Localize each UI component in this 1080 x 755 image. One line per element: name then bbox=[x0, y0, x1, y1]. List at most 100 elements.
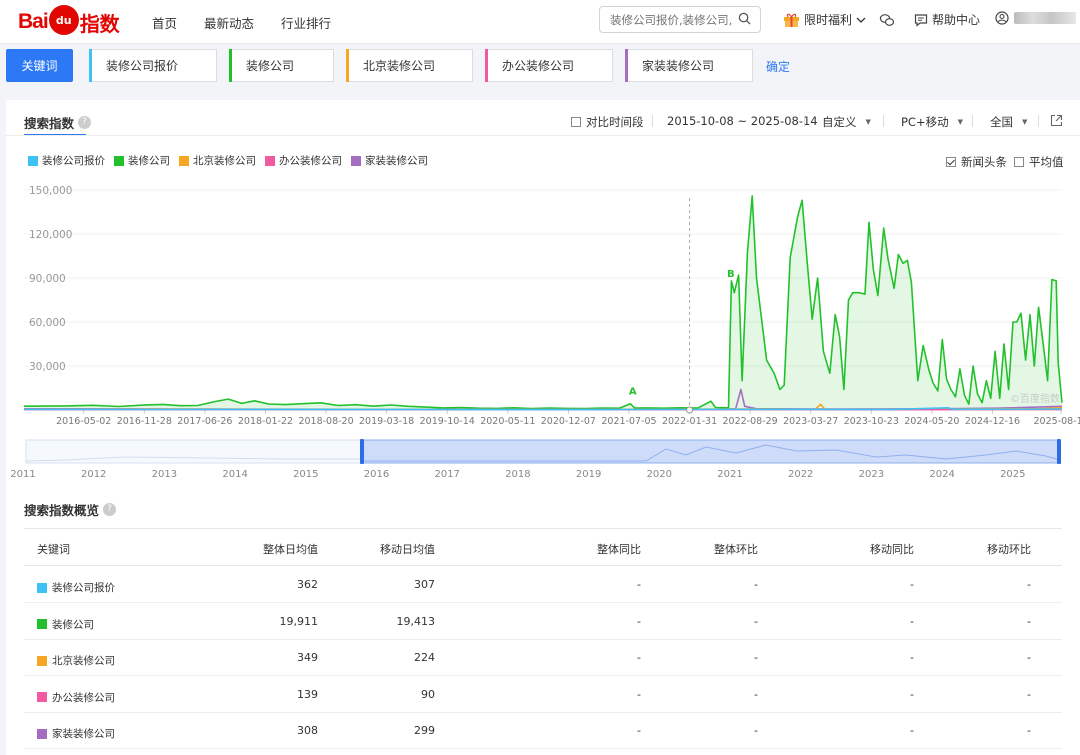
search-index-tab[interactable]: 搜索指数 ? bbox=[24, 113, 92, 132]
baidu-index-logo[interactable]: Bai du 指数 bbox=[18, 4, 120, 40]
x-tick-label: 2016-05-02 bbox=[56, 416, 111, 427]
caret-down-icon: ▼ bbox=[1022, 118, 1028, 126]
divider bbox=[6, 135, 1080, 136]
caret-down-icon: ▼ bbox=[865, 118, 871, 126]
average-toggle[interactable]: 平均值 bbox=[1014, 154, 1064, 170]
chevron-down-icon bbox=[856, 17, 866, 23]
chart-legend: 装修公司报价 装修公司 北京装修公司 办公装修公司 家装装修公司 bbox=[28, 153, 437, 168]
news-checkbox[interactable] bbox=[946, 157, 956, 167]
news-headline-toggle[interactable]: 新闻头条 bbox=[946, 154, 1007, 170]
legend-item[interactable]: 装修公司报价 bbox=[28, 153, 105, 168]
search-index-card: 搜索指数 ? 对比时间段 2015-10-08 ~ 2025-08-14 自定义… bbox=[6, 100, 1080, 755]
keyword-label: 家装装修公司 bbox=[642, 59, 715, 73]
x-tick-label: 2017-06-26 bbox=[177, 416, 232, 427]
promo-dropdown[interactable]: 限时福利 bbox=[783, 11, 866, 28]
marker-dot bbox=[686, 406, 694, 414]
slider-left-handle[interactable] bbox=[360, 439, 364, 464]
user-account[interactable] bbox=[995, 11, 1076, 25]
col-yoy-all: 整体同比 bbox=[597, 543, 641, 556]
slider-year-label: 2017 bbox=[434, 469, 459, 480]
slider-year-label: 2019 bbox=[576, 469, 601, 480]
overview-title: 搜索指数概览 bbox=[24, 503, 100, 518]
slider-year-label: 2011 bbox=[10, 469, 35, 480]
keyword-swatch bbox=[37, 619, 47, 629]
nav-industry-ranking[interactable]: 行业排行 bbox=[281, 13, 331, 32]
row-yoy-all: - bbox=[637, 578, 641, 591]
divider bbox=[883, 115, 884, 127]
search-icon[interactable] bbox=[738, 12, 751, 25]
x-tick-label: 2024-05-20 bbox=[904, 416, 959, 427]
x-tick-label: 2023-03-27 bbox=[783, 416, 838, 427]
keyword-label: 办公装修公司 bbox=[502, 59, 575, 73]
confirm-button[interactable]: 确定 bbox=[766, 58, 790, 75]
keyword-bar: 关键词 装修公司报价 装修公司 北京装修公司 办公装修公司 家装装修公司 确定 bbox=[0, 44, 1080, 90]
slider-year-label: 2020 bbox=[647, 469, 672, 480]
keyword-mode-button[interactable]: 关键词 bbox=[6, 49, 73, 82]
col-mom-mobile: 移动环比 bbox=[987, 543, 1031, 556]
keyword-chip-3[interactable]: 北京装修公司 bbox=[346, 49, 473, 82]
keyword-color-bar bbox=[229, 49, 232, 82]
legend-label: 家装装修公司 bbox=[365, 155, 428, 167]
custom-range-dropdown[interactable]: 自定义 ▼ bbox=[822, 114, 871, 130]
x-tick-label: 2019-03-18 bbox=[359, 416, 414, 427]
row-keyword: 装修公司报价 bbox=[37, 580, 115, 595]
time-range-slider[interactable]: 2011 2012 2013 2014 2015 2016 2017 2018 2019 2020… bbox=[6, 435, 1080, 485]
legend-item[interactable]: 家装装修公司 bbox=[351, 153, 428, 168]
legend-swatch bbox=[28, 155, 38, 166]
table-row: 办公装修公司 139 90 - - - - bbox=[24, 676, 1062, 713]
external-link-icon[interactable] bbox=[1050, 114, 1063, 127]
date-range-value: 2015-10-08 ~ 2025-08-14 bbox=[667, 114, 818, 128]
row-keyword: 装修公司 bbox=[37, 617, 94, 632]
keyword-chip-1[interactable]: 装修公司报价 bbox=[89, 49, 217, 82]
row-mom-mobile: - bbox=[1027, 578, 1031, 591]
search-box bbox=[599, 6, 761, 33]
device-dropdown[interactable]: PC+移动 ▼ bbox=[901, 114, 963, 130]
keyword-label: 装修公司报价 bbox=[52, 582, 115, 594]
help-icon[interactable]: ? bbox=[103, 503, 117, 516]
y-tick-label: 120,000 bbox=[29, 229, 72, 241]
legend-swatch bbox=[351, 155, 361, 166]
x-tick-label: 2016-11-28 bbox=[117, 416, 172, 427]
search-index-chart[interactable]: 30,000 60,000 90,000 120,000 150,000 2016-05-… bbox=[6, 178, 1080, 430]
x-tick-label: 2018-08-20 bbox=[298, 416, 353, 427]
help-center-link[interactable]: 帮助中心 bbox=[914, 11, 980, 28]
keyword-label: 办公装修公司 bbox=[52, 691, 115, 704]
region-dropdown[interactable]: 全国 ▼ bbox=[990, 114, 1027, 130]
legend-item[interactable]: 装修公司 bbox=[114, 153, 170, 168]
divider bbox=[1038, 115, 1039, 127]
legend-item[interactable]: 办公装修公司 bbox=[265, 153, 342, 168]
x-tick-label: 2020-05-11 bbox=[480, 416, 535, 427]
nav-home[interactable]: 首页 bbox=[152, 13, 177, 32]
row-yoy-all: - bbox=[637, 687, 641, 701]
nav-latest-news[interactable]: 最新动态 bbox=[204, 13, 254, 32]
wechat-icon[interactable] bbox=[879, 12, 895, 28]
caret-down-icon: ▼ bbox=[957, 118, 963, 126]
average-checkbox[interactable] bbox=[1014, 157, 1024, 167]
keyword-chip-5[interactable]: 家装装修公司 bbox=[625, 49, 753, 82]
keyword-swatch bbox=[37, 692, 47, 702]
keyword-label: 装修公司 bbox=[52, 618, 94, 631]
slider-year-label: 2013 bbox=[152, 469, 177, 480]
compare-period-toggle[interactable]: 对比时间段 bbox=[571, 114, 644, 130]
top-navbar: Bai du 指数 首页 最新动态 行业排行 限时福利 帮助中心 bbox=[0, 0, 1080, 44]
help-center-label: 帮助中心 bbox=[932, 13, 981, 27]
x-tick-label: 2019-10-14 bbox=[420, 416, 475, 427]
user-icon bbox=[995, 11, 1009, 25]
row-yoy-all: - bbox=[637, 724, 641, 737]
help-icon[interactable]: ? bbox=[78, 116, 92, 129]
news-label: 新闻头条 bbox=[961, 155, 1007, 169]
legend-item[interactable]: 北京装修公司 bbox=[179, 153, 256, 168]
row-yoy-mobile: - bbox=[910, 687, 914, 701]
keyword-swatch bbox=[37, 655, 47, 666]
keyword-label: 家装装修公司 bbox=[52, 728, 115, 740]
keyword-chip-2[interactable]: 装修公司 bbox=[229, 49, 334, 82]
slider-right-handle[interactable] bbox=[1057, 439, 1061, 464]
gift-icon bbox=[784, 13, 799, 27]
x-tick-label: 2022-08-29 bbox=[723, 416, 778, 427]
date-range-picker[interactable]: 2015-10-08 ~ 2025-08-14 bbox=[667, 114, 818, 128]
keyword-chip-4[interactable]: 办公装修公司 bbox=[485, 49, 613, 82]
compare-checkbox[interactable] bbox=[571, 117, 581, 127]
search-input[interactable] bbox=[600, 7, 732, 32]
x-tick-label: 2022-01-31 bbox=[662, 416, 717, 427]
legend-label: 北京装修公司 bbox=[193, 155, 256, 167]
